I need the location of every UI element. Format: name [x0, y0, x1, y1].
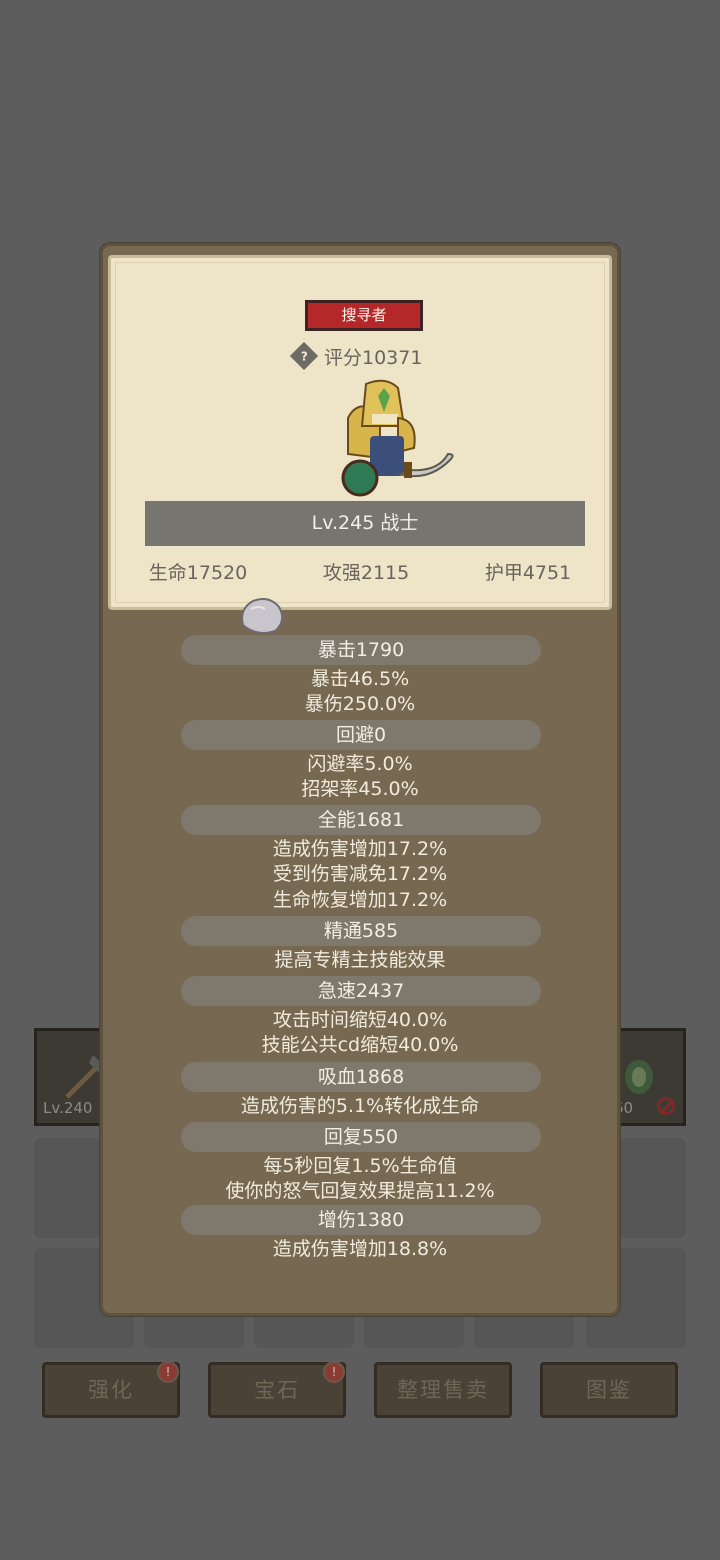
- attribute-detail: 暴伤250.0%: [304, 693, 416, 715]
- gem-button[interactable]: 宝石 !: [208, 1361, 346, 1418]
- attribute-evasion: 回避0: [181, 720, 541, 750]
- codex-label: 图鉴: [586, 1378, 632, 1402]
- attribute-detail: 招架率45.0%: [301, 778, 419, 800]
- attribute-detail: 受到伤害减免17.2%: [272, 863, 448, 885]
- sort-sell-label: 整理售卖: [397, 1378, 489, 1402]
- attribute-detail: 技能公共cd缩短40.0%: [261, 1034, 459, 1056]
- hero-title-badge: 搜寻者: [305, 300, 423, 331]
- attribute-regen: 回复550: [181, 1122, 541, 1152]
- enhance-button[interactable]: 强化 !: [42, 1361, 180, 1418]
- score-text: 评分10371: [324, 346, 423, 369]
- gem-label: 宝石: [254, 1378, 300, 1402]
- attribute-damage-bonus: 增伤1380: [181, 1205, 541, 1235]
- sort-sell-button[interactable]: 整理售卖: [374, 1362, 512, 1418]
- attribute-versatility: 全能1681: [181, 805, 541, 835]
- slot-level: Lv.240: [43, 1099, 93, 1117]
- rock-icon: [241, 598, 284, 634]
- help-glyph: ?: [300, 349, 308, 363]
- attribute-detail: 造成伤害的5.1%转化成生命: [240, 1095, 480, 1117]
- hero-level-bar: Lv.245 战士: [145, 501, 585, 546]
- base-stats: 生命17520 攻强2115 护甲4751: [111, 558, 609, 585]
- attribute-detail: 暴击46.5%: [310, 668, 410, 690]
- warrior-portrait-icon: [341, 379, 454, 497]
- hero-detail-panel: 搜寻者 ? 评分10371 Lv.245 战士 生命17520 攻强2115 护…: [100, 243, 620, 1316]
- scarab-icon: [625, 1060, 653, 1094]
- hp-stat: 生命17520: [148, 562, 248, 584]
- attribute-detail: 造成伤害增加18.8%: [272, 1238, 448, 1260]
- armor-stat: 护甲4751: [484, 562, 572, 584]
- attribute-crit: 暴击1790: [181, 635, 541, 665]
- attribute-haste: 急速2437: [181, 976, 541, 1006]
- attribute-detail: 提高专精主技能效果: [274, 949, 446, 971]
- codex-button[interactable]: 图鉴: [540, 1362, 678, 1418]
- attribute-detail: 生命恢复增加17.2%: [272, 889, 448, 911]
- enhance-label: 强化: [88, 1378, 134, 1402]
- attribute-lifesteal: 吸血1868: [181, 1062, 541, 1092]
- attribute-detail: 使你的怒气回复效果提高11.2%: [225, 1180, 495, 1202]
- attribute-detail: 造成伤害增加17.2%: [272, 838, 448, 860]
- help-icon[interactable]: ?: [289, 341, 319, 371]
- forbidden-icon: [657, 1097, 675, 1115]
- score-row: ? 评分10371: [289, 341, 423, 371]
- alert-badge: !: [323, 1361, 345, 1383]
- attribute-detail: 攻击时间缩短40.0%: [272, 1009, 448, 1031]
- attribute-detail: 闪避率5.0%: [307, 753, 413, 775]
- hero-card: 搜寻者 ? 评分10371 Lv.245 战士 生命17520 攻强2115 护…: [108, 255, 612, 610]
- attack-stat: 攻强2115: [322, 562, 410, 584]
- alert-badge: !: [157, 1361, 179, 1383]
- attribute-detail: 每5秒回复1.5%生命值: [263, 1155, 457, 1177]
- attribute-mastery: 精通585: [181, 916, 541, 946]
